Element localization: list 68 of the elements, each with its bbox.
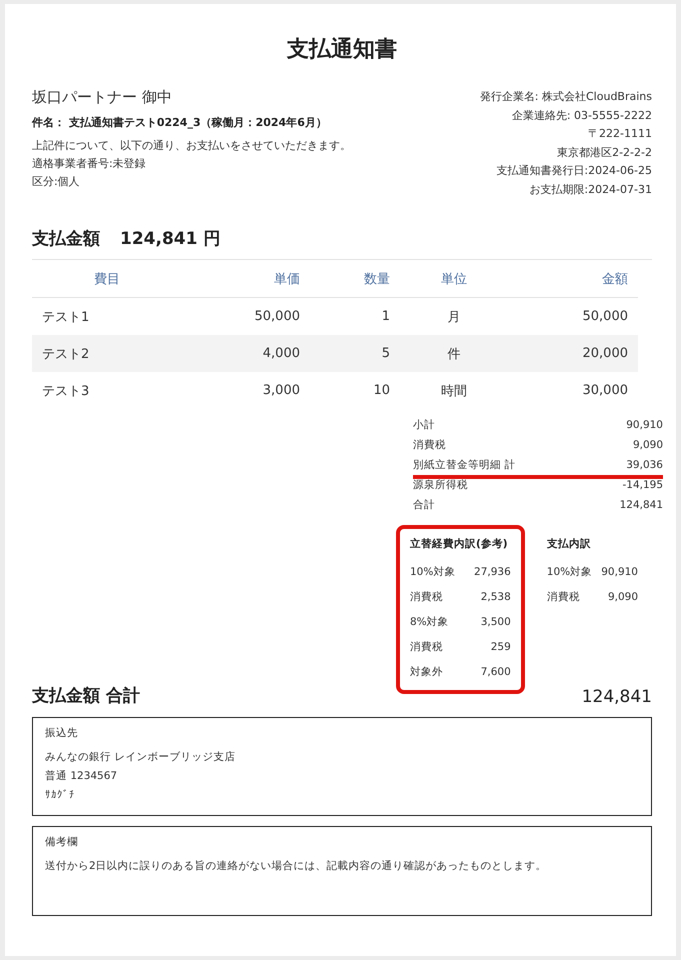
intro-text: 適格事業者番号:未登録 <box>32 156 147 172</box>
breakdown-label: 消費税 <box>546 590 580 604</box>
summary-label: 別紙立替金等明細 計 <box>413 458 516 472</box>
breakdown-title: 支払内訳 <box>546 537 592 552</box>
box-title: 備考欄 <box>45 835 79 849</box>
table-cell-text: 月 <box>446 308 462 326</box>
breakdown-value: 2,538 <box>480 590 511 602</box>
box-text: 送付から2日以内に誤りのある旨の連絡がない場合には、記載内容の通り確認があったものとします。 <box>45 859 548 874</box>
breakdown-value: 90,910 <box>601 566 638 578</box>
table-cell-text: 1 <box>380 308 391 326</box>
summary-value: 39,036 <box>626 459 663 471</box>
recipient-name: 坂口パートナー 御中 <box>32 88 173 107</box>
box-text: 普通 1234567 <box>45 769 118 784</box>
column-header: 単位 <box>400 260 508 298</box>
intro-text: 上記件について、以下の通り、お支払いをさせていただきます。 <box>32 138 351 154</box>
breakdown-value: 27,936 <box>474 566 511 578</box>
amount-label: 支払金額 <box>32 228 100 250</box>
summary-label: 小計 <box>413 418 435 432</box>
issuer-info: 〒222-1111 <box>587 126 652 142</box>
breakdown-value: 9,090 <box>608 590 638 602</box>
box-text: みんなの銀行 レインボーブリッジ支店 <box>45 750 236 765</box>
table-cell-text: 30,000 <box>582 382 629 400</box>
breakdown-label: 10%対象 <box>410 564 456 578</box>
table-cell-text: 時間 <box>440 382 468 400</box>
box-text: ｻｶｸﾞﾁ <box>45 788 76 803</box>
table-cell: 20,000 <box>508 335 638 372</box>
summary-value: 124,841 <box>620 499 663 511</box>
table-cell-text: 3,000 <box>262 382 301 400</box>
breakdown-value: 259 <box>490 640 511 652</box>
amount-value: 124,841 円 <box>120 228 220 250</box>
column-header: 単価 <box>182 260 310 298</box>
column-header: 数量 <box>310 260 400 298</box>
table-cell: テスト2 <box>32 335 182 372</box>
table-cell-text: テスト3 <box>41 382 90 400</box>
issuer-info: 発行企業名: 株式会社CloudBrains <box>480 89 652 105</box>
summary-value: -14,195 <box>622 479 663 491</box>
table-cell: 5 <box>310 335 400 372</box>
breakdown-value: 3,500 <box>480 616 511 628</box>
box-title: 振込先 <box>45 726 79 740</box>
intro-text: 区分:個人 <box>32 174 81 190</box>
breakdown-title: 立替経費内訳(参考) <box>410 537 509 552</box>
breakdown-label: 10%対象 <box>546 564 592 578</box>
table-cell-text: 50,000 <box>254 308 301 326</box>
table-cell-text: 10 <box>372 382 391 400</box>
breakdown-label: 消費税 <box>410 640 443 654</box>
summary-value: 90,910 <box>626 419 663 431</box>
breakdown-value: 7,600 <box>480 666 511 678</box>
table-cell: 件 <box>400 335 508 372</box>
document-title: 支払通知書 <box>286 36 398 64</box>
column-header: 金額 <box>508 260 638 298</box>
summary-value: 9,090 <box>632 439 663 451</box>
issuer-info: 企業連絡先: 03-5555-2222 <box>510 108 652 124</box>
table-cell-text: テスト1 <box>41 308 90 326</box>
issuer-info: 東京都港区2-2-2-2 <box>556 144 652 160</box>
subject-line: 件名： 支払通知書テスト0224_3（稼働月：2024年6月） <box>32 115 328 130</box>
breakdown-label: 8%対象 <box>410 614 449 628</box>
table-cell: 4,000 <box>182 335 310 372</box>
total-label: 支払金額 合計 <box>32 685 140 707</box>
total-value: 124,841 <box>582 687 652 707</box>
summary-label: 合計 <box>413 498 435 512</box>
summary-label: 源泉所得税 <box>413 478 468 492</box>
breakdown-label: 対象外 <box>410 664 443 678</box>
issuer-info: お支払期限:2024-07-31 <box>528 182 652 198</box>
issuer-info: 支払通知書発行日:2024-06-25 <box>495 163 652 179</box>
breakdown-label: 消費税 <box>410 590 443 604</box>
summary-label: 消費税 <box>413 438 446 452</box>
column-header: 費目 <box>32 260 182 298</box>
table-cell-text: 50,000 <box>582 308 629 326</box>
